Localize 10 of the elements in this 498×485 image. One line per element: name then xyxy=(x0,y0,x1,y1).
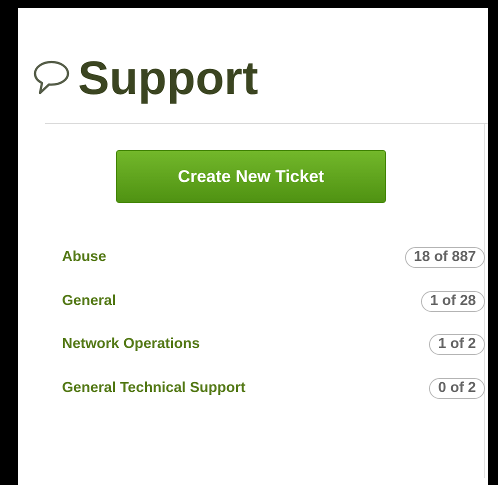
create-ticket-button[interactable]: Create New Ticket xyxy=(116,150,386,203)
speech-bubble-icon xyxy=(33,60,70,96)
ticket-count: 0 of 2 xyxy=(429,378,485,399)
ticket-count: 1 of 28 xyxy=(421,290,485,312)
department-link[interactable]: Abuse xyxy=(62,247,106,269)
department-link[interactable]: General Technical Support xyxy=(62,378,246,400)
ticket-count: 18 of 887 xyxy=(404,247,485,268)
department-link[interactable]: Network Operations xyxy=(62,334,200,356)
department-link[interactable]: General xyxy=(62,290,116,312)
ticket-count: 1 of 2 xyxy=(429,334,485,356)
